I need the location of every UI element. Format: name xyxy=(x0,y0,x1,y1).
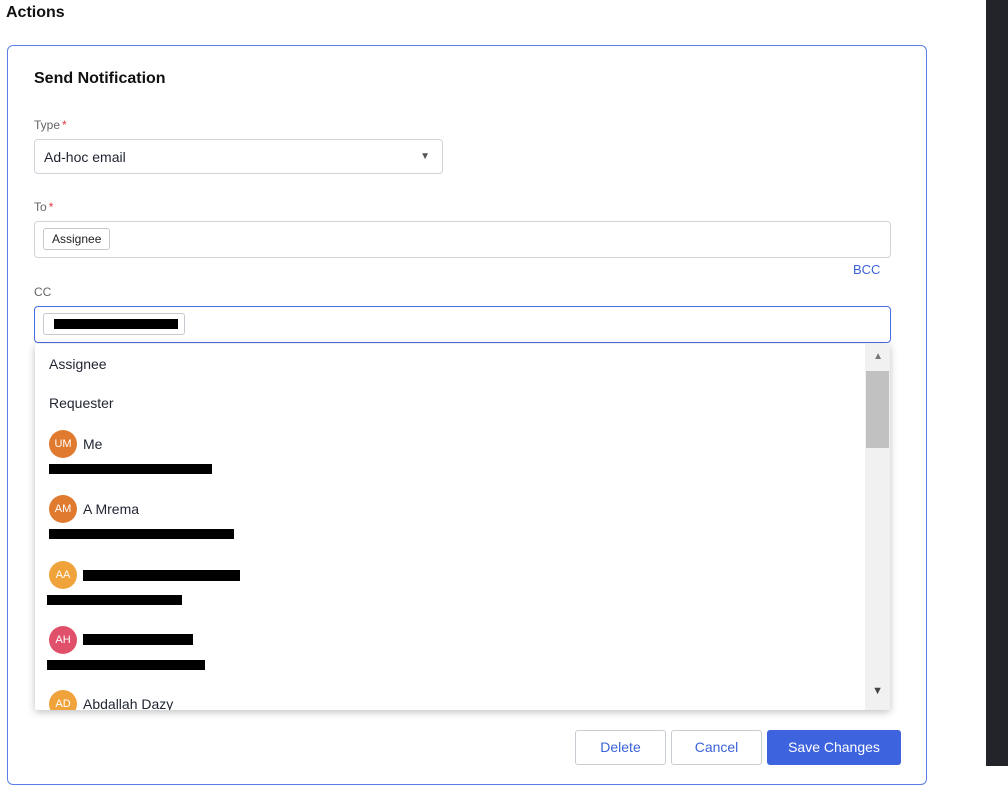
avatar: AA xyxy=(49,561,77,589)
avatar: UM xyxy=(49,430,77,458)
bcc-link[interactable]: BCC xyxy=(853,262,880,277)
type-select-value: Ad-hoc email xyxy=(44,149,126,165)
cc-field[interactable] xyxy=(34,306,891,343)
cc-label: CC xyxy=(34,285,52,299)
delete-button[interactable]: Delete xyxy=(575,730,666,765)
card-title: Send Notification xyxy=(34,70,166,87)
section-title: Actions xyxy=(6,4,65,21)
cancel-button[interactable]: Cancel xyxy=(671,730,762,765)
to-chip-assignee[interactable]: Assignee xyxy=(43,228,111,250)
redacted-text xyxy=(83,634,193,645)
scroll-up-arrow-icon[interactable]: ▲ xyxy=(873,351,883,362)
type-select[interactable]: Ad-hoc email ▼ xyxy=(34,139,443,174)
redacted-text xyxy=(47,660,205,670)
to-field[interactable]: Assignee xyxy=(34,221,891,258)
save-changes-button[interactable]: Save Changes xyxy=(767,730,901,765)
avatar: AH xyxy=(49,626,77,654)
redacted-text xyxy=(49,529,234,539)
option-assignee[interactable]: Assignee xyxy=(49,356,107,372)
redacted-text xyxy=(54,319,178,329)
cc-chip[interactable] xyxy=(43,313,185,335)
redacted-text xyxy=(49,464,212,474)
option-requester[interactable]: Requester xyxy=(49,395,114,411)
scroll-down-arrow-icon[interactable]: ▼ xyxy=(872,685,883,697)
redacted-text xyxy=(47,595,182,605)
contact-name: Me xyxy=(83,436,103,452)
recipient-dropdown: Assignee Requester UM Me AM A Mrema AA A… xyxy=(35,344,890,710)
contact-name: A Mrema xyxy=(83,501,140,517)
redacted-text xyxy=(83,570,240,581)
to-label: To * xyxy=(34,200,54,214)
right-edge-panel xyxy=(986,0,1008,766)
avatar: AD xyxy=(49,690,77,710)
dropdown-scrollbar[interactable]: ▲ ▼ xyxy=(865,344,890,710)
type-label: Type * xyxy=(34,118,67,132)
chevron-down-icon: ▼ xyxy=(420,151,430,162)
contact-name: Abdallah Dazy xyxy=(83,696,174,710)
avatar: AM xyxy=(49,495,77,523)
scrollbar-thumb[interactable] xyxy=(866,371,889,448)
